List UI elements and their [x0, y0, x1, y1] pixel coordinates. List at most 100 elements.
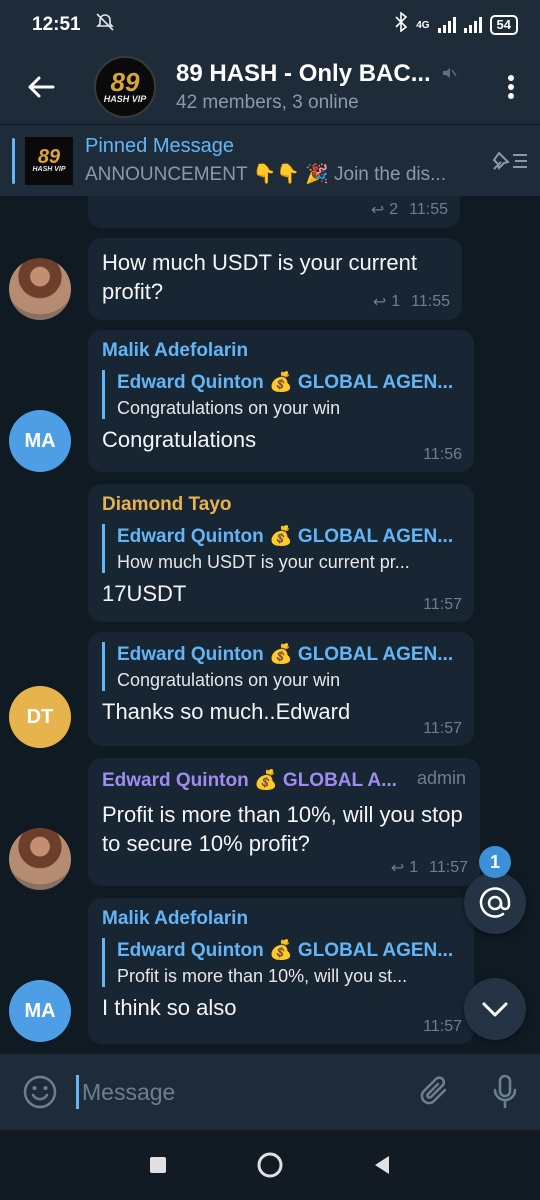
- paperclip-icon: [420, 1076, 447, 1105]
- message-time: 11:55: [411, 293, 450, 310]
- sender-name: Diamond Tayo: [102, 494, 232, 515]
- message-input[interactable]: Message: [76, 1074, 400, 1109]
- status-time: 12:51: [32, 14, 81, 35]
- avatar[interactable]: DT: [9, 686, 71, 748]
- emoji-icon: [23, 1075, 57, 1109]
- battery-level: 54: [496, 17, 511, 32]
- emoji-button[interactable]: [0, 1074, 80, 1110]
- message-meta: ↩ 2 11:55: [371, 200, 448, 220]
- avatar[interactable]: MA: [9, 980, 71, 1042]
- mute-icon: [95, 12, 115, 38]
- message-meta: ↩ 1 11:57: [391, 858, 468, 878]
- voice-button[interactable]: [470, 1074, 540, 1110]
- logo-subtext: HASH VIP: [103, 94, 147, 104]
- mention-count-badge: 1: [479, 846, 511, 878]
- chat-header[interactable]: 89 HASH VIP 89 HASH - Only BAC... 42 mem…: [0, 50, 540, 124]
- pin-list-icon: [492, 150, 527, 170]
- reply-author: Edward Quinton 💰 GLOBAL AGEN...: [117, 940, 454, 961]
- message-bubble[interactable]: Edward Quinton 💰 GLOBAL A... admin Profi…: [88, 758, 480, 886]
- group-subtitle: 42 members, 3 online: [176, 92, 359, 113]
- triangle-back-icon: [375, 1156, 389, 1174]
- reply-preview[interactable]: Edward Quinton 💰 GLOBAL AGEN... How much…: [102, 524, 460, 573]
- arrow-left-icon: [28, 76, 55, 98]
- sender-name: Edward Quinton 💰 GLOBAL A...: [102, 770, 397, 791]
- pinned-indicator: [12, 137, 15, 184]
- message-time: 11:57: [423, 596, 462, 613]
- message-meta: 11:57: [423, 1018, 462, 1036]
- system-nav-bar: [0, 1130, 540, 1200]
- reply-preview[interactable]: Edward Quinton 💰 GLOBAL AGEN... Congratu…: [102, 642, 460, 691]
- pinned-list-button[interactable]: [480, 149, 540, 173]
- message-bubble[interactable]: Edward Quinton 💰 GLOBAL AGEN... Congratu…: [88, 632, 474, 746]
- group-avatar[interactable]: 89 HASH VIP: [94, 56, 156, 118]
- pinned-message-bar[interactable]: 89 HASH VIP Pinned Message ANNOUNCEMENT …: [0, 124, 540, 196]
- network-type: 4G: [416, 19, 430, 31]
- message-text: Profit is more than 10%, will you stop t…: [102, 802, 463, 856]
- pinned-title: Pinned Message: [85, 135, 234, 157]
- avatar[interactable]: MA: [9, 410, 71, 472]
- message-meta: 11:56: [423, 446, 462, 464]
- signal-icon-2: [463, 17, 482, 33]
- reply-text: Congratulations on your win: [117, 670, 341, 690]
- message-text: Thanks so much..Edward: [102, 699, 351, 724]
- muted-icon: [441, 60, 457, 88]
- reply-text: Congratulations on your win: [117, 398, 341, 418]
- header-info[interactable]: 89 HASH - Only BAC... 42 members, 3 onli…: [176, 60, 482, 114]
- reply-text: How much USDT is your current pr...: [117, 552, 410, 572]
- message-meta: ↩ 1 11:55: [373, 292, 450, 312]
- message-time: 11:57: [423, 1018, 462, 1035]
- reply-count: 1: [409, 859, 419, 876]
- message-meta: 11:57: [423, 720, 462, 738]
- message-time: 11:56: [423, 446, 462, 463]
- reply-count: 2: [389, 201, 399, 218]
- back-button[interactable]: [0, 50, 82, 124]
- circle-icon: [257, 1152, 283, 1178]
- message-text: 17USDT: [102, 581, 187, 606]
- mention-button[interactable]: [464, 872, 526, 934]
- pinned-logo-subtext: HASH VIP: [32, 166, 66, 173]
- signal-icon: [437, 17, 456, 33]
- reply-preview[interactable]: Edward Quinton 💰 GLOBAL AGEN... Profit i…: [102, 938, 460, 987]
- microphone-icon: [493, 1074, 517, 1109]
- reply-author: Edward Quinton 💰 GLOBAL AGEN...: [117, 372, 454, 393]
- sender-name: Malik Adefolarin: [102, 908, 249, 929]
- reply-count-icon: ↩: [370, 202, 385, 219]
- group-title: 89 HASH - Only BAC...: [176, 60, 431, 87]
- recents-button[interactable]: [102, 1156, 214, 1174]
- at-sign-icon: [479, 887, 511, 918]
- admin-badge: admin: [416, 768, 466, 788]
- message-bubble[interactable]: ↩ 2 11:55: [88, 196, 460, 228]
- avatar[interactable]: [9, 258, 71, 320]
- attach-button[interactable]: [400, 1075, 470, 1109]
- message-bubble[interactable]: Malik Adefolarin Edward Quinton 💰 GLOBAL…: [88, 330, 474, 472]
- reply-text: Profit is more than 10%, will you st...: [117, 966, 408, 986]
- nav-back-button[interactable]: [326, 1155, 438, 1175]
- more-menu-button[interactable]: [482, 74, 540, 100]
- message-bubble[interactable]: Diamond Tayo Edward Quinton 💰 GLOBAL AGE…: [88, 484, 474, 622]
- message-list[interactable]: ↩ 2 11:55 How much USDT is your current …: [0, 196, 540, 1054]
- bluetooth-icon: [394, 11, 408, 38]
- pinned-logo-number: 89: [37, 146, 61, 168]
- chevron-down-icon: [482, 1002, 508, 1017]
- battery-icon: 54: [489, 15, 518, 35]
- message-bubble[interactable]: Malik Adefolarin Edward Quinton 💰 GLOBAL…: [88, 898, 474, 1044]
- message-time: 11:57: [423, 720, 462, 737]
- message-input-bar[interactable]: Message: [0, 1054, 540, 1130]
- home-button[interactable]: [214, 1151, 326, 1179]
- pinned-thumbnail: 89 HASH VIP: [25, 136, 73, 185]
- message-meta: 11:57: [423, 596, 462, 614]
- reply-count-icon: ↩: [372, 294, 387, 311]
- reply-count-icon: ↩: [390, 860, 405, 877]
- more-vertical-icon: [508, 75, 514, 99]
- status-bar: 12:51 4G 54: [0, 0, 540, 50]
- message-bubble[interactable]: How much USDT is your current profit? ↩ …: [88, 238, 462, 320]
- avatar[interactable]: [9, 828, 71, 890]
- sender-name: Malik Adefolarin: [102, 340, 249, 361]
- reply-count: 1: [391, 293, 401, 310]
- message-time: 11:57: [429, 859, 468, 876]
- scroll-down-button[interactable]: [464, 978, 526, 1040]
- pinned-body: ANNOUNCEMENT 👇👇 🎉 Join the dis...: [85, 164, 446, 185]
- square-icon: [150, 1157, 166, 1173]
- reply-preview[interactable]: Edward Quinton 💰 GLOBAL AGEN... Congratu…: [102, 370, 460, 419]
- reply-author: Edward Quinton 💰 GLOBAL AGEN...: [117, 526, 454, 547]
